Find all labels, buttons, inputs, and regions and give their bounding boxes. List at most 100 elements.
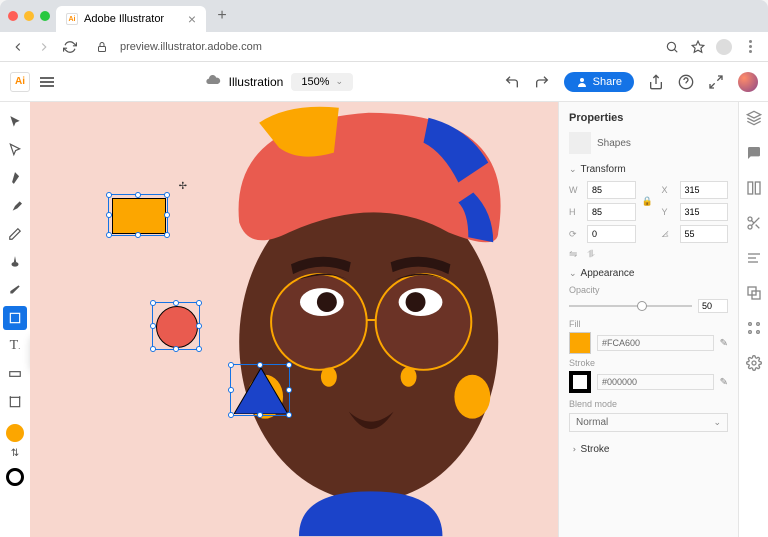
cursor-crosshair-icon: ✢ xyxy=(179,181,187,192)
pen-tool[interactable] xyxy=(3,166,27,190)
artwork-portrait xyxy=(30,102,558,537)
window-min-dot[interactable] xyxy=(24,11,34,21)
menu-dots-icon[interactable] xyxy=(742,39,758,55)
canvas[interactable]: ✢ xyxy=(30,102,558,537)
type-tool[interactable]: T. xyxy=(3,334,27,358)
browser-tabbar: Ai Adobe Illustrator × + xyxy=(0,0,768,32)
opacity-input[interactable] xyxy=(698,299,728,313)
canvas-circle-selection[interactable] xyxy=(152,302,200,350)
pencil-tool[interactable] xyxy=(3,222,27,246)
selection-label: Shapes xyxy=(597,138,631,149)
document-title: Illustration xyxy=(229,75,284,89)
chevron-right-icon: ⌄ xyxy=(567,446,578,454)
right-toolbar xyxy=(738,102,768,537)
canvas-triangle-selection[interactable] xyxy=(230,364,290,416)
shape-tool[interactable] xyxy=(3,306,27,330)
stroke-color-swatch[interactable] xyxy=(6,468,24,486)
help-icon[interactable] xyxy=(678,74,694,90)
repeat-icon[interactable] xyxy=(746,320,762,341)
x-label: X xyxy=(662,185,674,195)
fill-color-swatch[interactable] xyxy=(6,424,24,442)
blend-mode-label: Blend mode xyxy=(569,399,728,409)
layers-icon[interactable] xyxy=(746,110,762,131)
swap-colors-icon[interactable]: ⇅ xyxy=(3,446,27,460)
appearance-header[interactable]: ⌄Appearance xyxy=(569,268,728,279)
forward-icon[interactable] xyxy=(36,39,52,55)
stroke-section-header[interactable]: ⌄Stroke xyxy=(569,444,728,455)
opacity-label: Opacity xyxy=(569,285,728,295)
transform-header[interactable]: ⌄Transform xyxy=(569,164,728,175)
chevron-down-icon: ⌄ xyxy=(713,417,721,428)
stroke-label: Stroke xyxy=(569,358,728,368)
tab-favicon: Ai xyxy=(66,13,78,25)
gear-icon[interactable] xyxy=(746,355,762,376)
comments-icon[interactable] xyxy=(746,145,762,166)
star-icon[interactable] xyxy=(690,39,706,55)
height-label: H xyxy=(569,207,581,217)
rotation-input[interactable] xyxy=(587,225,636,243)
redo-icon[interactable] xyxy=(534,74,550,90)
fill-swatch[interactable] xyxy=(569,332,591,354)
hamburger-icon[interactable] xyxy=(40,77,54,87)
new-tab-button[interactable]: + xyxy=(212,7,232,25)
chevron-down-icon: ⌄ xyxy=(569,268,577,279)
export-icon[interactable] xyxy=(648,74,664,90)
eyedropper-icon[interactable]: ✎ xyxy=(720,338,728,349)
eyedropper-icon[interactable]: ✎ xyxy=(720,377,728,388)
x-input[interactable] xyxy=(680,181,729,199)
close-icon[interactable]: × xyxy=(188,11,196,27)
link-icon[interactable]: 🔒 xyxy=(642,196,656,207)
flip-v-icon[interactable]: ⥮ xyxy=(587,249,594,260)
height-input[interactable] xyxy=(587,203,636,221)
select-tool[interactable] xyxy=(3,110,27,134)
brush-tool[interactable] xyxy=(3,194,27,218)
slider-thumb[interactable] xyxy=(637,301,647,311)
width-input[interactable] xyxy=(587,181,636,199)
direct-select-tool[interactable] xyxy=(3,138,27,162)
scissors-icon[interactable] xyxy=(746,215,762,236)
fill-hex-input[interactable]: #FCA600 xyxy=(597,335,714,351)
profile-icon[interactable] xyxy=(716,39,732,55)
browser-tab[interactable]: Ai Adobe Illustrator × xyxy=(56,6,206,32)
blob-brush-tool[interactable] xyxy=(3,250,27,274)
panel-title: Properties xyxy=(569,112,728,124)
back-icon[interactable] xyxy=(10,39,26,55)
shear-input[interactable] xyxy=(680,225,729,243)
fullscreen-icon[interactable] xyxy=(708,74,724,90)
share-label: Share xyxy=(593,76,622,88)
window-max-dot[interactable] xyxy=(40,11,50,21)
stroke-swatch[interactable] xyxy=(569,371,591,393)
shear-icon: ⦞ xyxy=(662,229,674,240)
browser-address-bar: preview.illustrator.adobe.com xyxy=(0,32,768,62)
chevron-down-icon: ⌄ xyxy=(335,76,343,87)
search-icon[interactable] xyxy=(664,39,680,55)
libraries-icon[interactable] xyxy=(746,180,762,201)
url-text[interactable]: preview.illustrator.adobe.com xyxy=(120,41,654,53)
opacity-slider[interactable] xyxy=(569,305,692,307)
app-logo[interactable]: Ai xyxy=(10,72,30,92)
chevron-down-icon: ⌄ xyxy=(569,164,577,175)
flip-h-icon[interactable]: ⇋ xyxy=(569,249,577,260)
avatar[interactable] xyxy=(738,72,758,92)
width-label: W xyxy=(569,185,581,195)
stroke-hex-input[interactable]: #000000 xyxy=(597,374,714,390)
reload-icon[interactable] xyxy=(62,39,78,55)
zoom-value: 150% xyxy=(301,76,329,88)
undo-icon[interactable] xyxy=(504,74,520,90)
y-label: Y xyxy=(662,207,674,217)
cloud-icon xyxy=(205,72,221,91)
gradient-tool[interactable] xyxy=(3,362,27,386)
artboard-tool[interactable] xyxy=(3,390,27,414)
share-button[interactable]: Share xyxy=(564,72,634,92)
fill-label: Fill xyxy=(569,319,728,329)
zoom-dropdown[interactable]: 150% ⌄ xyxy=(291,73,353,91)
properties-panel: Properties Shapes ⌄Transform W 🔒 X H Y ⟳… xyxy=(558,102,738,537)
align-icon[interactable] xyxy=(746,250,762,271)
window-close-dot[interactable] xyxy=(8,11,18,21)
canvas-rectangle-selection[interactable]: ✢ xyxy=(108,194,168,236)
blend-mode-dropdown[interactable]: Normal⌄ xyxy=(569,413,728,432)
rotate-icon: ⟳ xyxy=(569,229,581,240)
y-input[interactable] xyxy=(680,203,729,221)
eraser-tool[interactable] xyxy=(3,278,27,302)
pathfinder-icon[interactable] xyxy=(746,285,762,306)
